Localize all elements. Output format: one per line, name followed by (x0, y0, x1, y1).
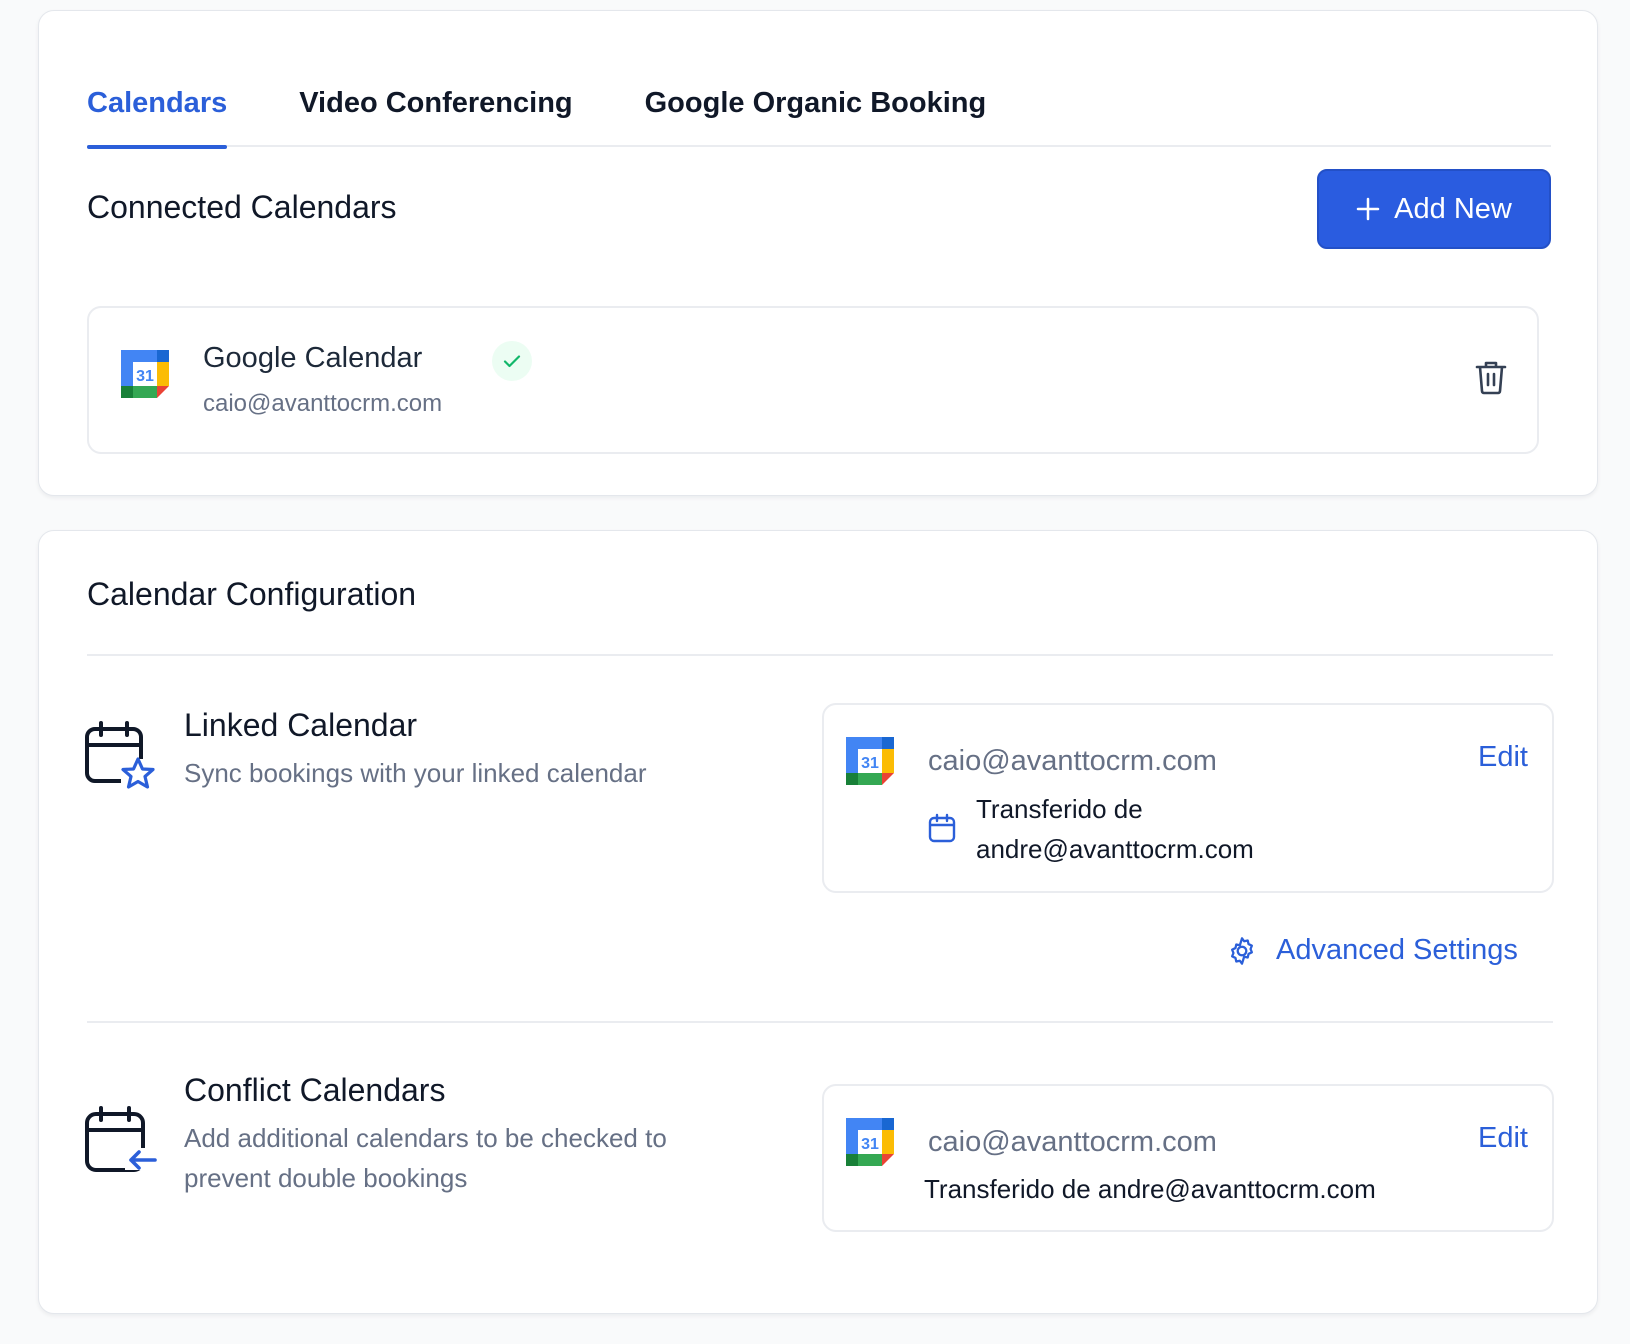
conflict-sub-calendar-name: Transferido de andre@avanttocrm.com (924, 1174, 1376, 1204)
calendar-icon (928, 813, 956, 843)
calendar-configuration-title: Calendar Configuration (87, 576, 417, 612)
linked-calendar-description: Sync bookings with your linked calendar (184, 758, 647, 788)
connected-calendar-item: 31 Google Calendar caio@avanttocrm.com (87, 306, 1539, 454)
conflict-calendars-description: Add additional calendars to be checked t… (184, 1123, 667, 1193)
connected-check-icon (492, 341, 532, 381)
tab-bar: Calendars Video Conferencing Google Orga… (87, 71, 1551, 149)
trash-icon[interactable] (1474, 359, 1508, 395)
linked-sub-calendar-name: Transferido de andre@avanttocrm.com (976, 794, 1254, 864)
google-calendar-icon: 31 (846, 737, 894, 785)
tab-google-organic-booking[interactable]: Google Organic Booking (645, 71, 987, 147)
conflict-calendar-edit-link[interactable]: Edit (1478, 1122, 1528, 1155)
divider (87, 654, 1553, 656)
svg-text:31: 31 (861, 755, 879, 772)
conflict-calendar-email: caio@avanttocrm.com (928, 1126, 1217, 1158)
conflict-calendar-box: 31 caio@avanttocrm.com Edit Transferido … (822, 1084, 1554, 1232)
gear-icon (1231, 936, 1253, 965)
svg-text:31: 31 (861, 1136, 879, 1153)
connected-calendars-title: Connected Calendars (87, 189, 397, 225)
calendars-card: Calendars Video Conferencing Google Orga… (38, 10, 1598, 496)
google-calendar-icon: 31 (121, 350, 169, 398)
plus-icon (1356, 197, 1380, 221)
linked-calendar-edit-link[interactable]: Edit (1478, 741, 1528, 774)
calendar-name: Google Calendar (203, 342, 423, 374)
calendar-arrow-icon (85, 1106, 157, 1172)
linked-calendar-box: 31 caio@avanttocrm.com Edit Transferido … (822, 703, 1554, 893)
conflict-calendars-title: Conflict Calendars (184, 1072, 446, 1108)
google-calendar-icon: 31 (846, 1118, 894, 1166)
tab-calendars[interactable]: Calendars (87, 71, 228, 149)
calendar-configuration-card: Calendar Configuration Linked Calendar S… (38, 530, 1598, 1314)
divider (87, 1021, 1553, 1023)
add-new-label: Add New (1394, 192, 1512, 225)
tab-video-conferencing[interactable]: Video Conferencing (299, 71, 572, 147)
linked-calendar-email: caio@avanttocrm.com (928, 745, 1217, 777)
svg-text:31: 31 (136, 368, 154, 385)
add-new-button[interactable]: Add New (1317, 169, 1551, 249)
calendar-email: caio@avanttocrm.com (203, 390, 443, 417)
calendar-star-icon (85, 721, 157, 791)
advanced-settings-link[interactable]: Advanced Settings (1226, 934, 1518, 967)
advanced-settings-label: Advanced Settings (1276, 934, 1518, 966)
linked-calendar-title: Linked Calendar (184, 707, 418, 743)
